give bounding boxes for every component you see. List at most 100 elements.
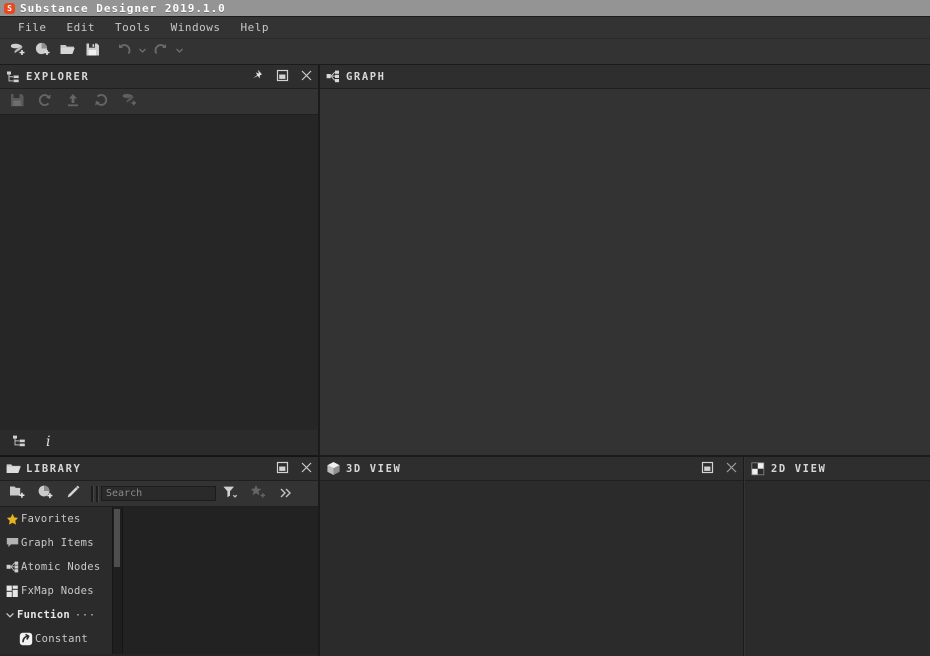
menu-help[interactable]: Help <box>230 19 279 36</box>
link-substance-icon <box>121 91 138 112</box>
explorer-tab-info[interactable]: i <box>34 431 64 455</box>
grid-squares-icon <box>3 585 21 598</box>
library-panel-header: LIBRARY <box>0 457 318 481</box>
close-panel-button[interactable] <box>294 65 318 89</box>
speech-bubble-icon <box>3 537 21 549</box>
new-library-item-button[interactable] <box>31 482 59 506</box>
pin-icon <box>252 67 265 86</box>
app-icon-letter: S <box>7 3 12 13</box>
redo-history-dropdown[interactable] <box>173 41 185 63</box>
float-window-icon <box>276 459 289 478</box>
new-folder-icon <box>9 484 26 503</box>
library-item-constant[interactable]: Constant <box>0 627 112 651</box>
library-item-function[interactable]: Function ··· <box>0 603 112 627</box>
left-dock-splitter[interactable] <box>319 65 320 656</box>
view-3d-canvas[interactable] <box>320 481 743 656</box>
hierarchy-tree-icon <box>0 70 26 84</box>
toolbar-grip[interactable] <box>91 485 94 502</box>
save-package-button[interactable] <box>80 41 105 63</box>
menu-file[interactable]: File <box>8 19 57 36</box>
explorer-panel-title: EXPLORER <box>26 70 90 83</box>
new-mdl-graph-icon <box>34 41 51 62</box>
library-item-overflow-dots[interactable]: ··· <box>75 610 96 621</box>
graph-panel-title: GRAPH <box>346 70 386 83</box>
explorer-content-area[interactable] <box>0 115 318 428</box>
view-3d-panel-header: 3D VIEW <box>320 457 743 481</box>
cube-3d-icon <box>320 461 346 476</box>
upload-arrow-icon <box>65 92 81 112</box>
substance-logo-icon: S <box>4 2 15 14</box>
library-panel: LIBRARY Search Favorites Graph Items Ato… <box>0 457 319 656</box>
toolbar-grip[interactable] <box>96 485 99 502</box>
view-2d-panel-title: 2D VIEW <box>771 462 827 475</box>
library-item-grid[interactable] <box>122 507 318 654</box>
library-search-input[interactable] <box>101 486 216 501</box>
new-library-folder-button[interactable] <box>3 482 31 506</box>
floppy-save-icon <box>84 41 101 62</box>
graph-panel-header: GRAPH <box>320 65 930 89</box>
save-package-button[interactable] <box>3 90 31 114</box>
explorer-toolbar <box>0 89 318 115</box>
new-substance-graph-button[interactable] <box>5 41 30 63</box>
add-to-favorites-button[interactable] <box>244 482 272 506</box>
library-item-label: FxMap Nodes <box>21 585 94 597</box>
substance-designer-window: S Substance Designer 2019.1.0 File Edit … <box>0 0 930 656</box>
float-window-icon <box>276 67 289 86</box>
scrollbar-thumb[interactable] <box>114 509 120 567</box>
library-item-favorites[interactable]: Favorites <box>0 507 112 531</box>
library-item-atomic-nodes[interactable]: Atomic Nodes <box>0 555 112 579</box>
menu-tools[interactable]: Tools <box>105 19 161 36</box>
library-item-fxmap-nodes[interactable]: FxMap Nodes <box>0 579 112 603</box>
star-plus-icon <box>250 484 266 503</box>
constant-arrow-icon <box>17 632 35 646</box>
float-panel-button[interactable] <box>270 457 294 481</box>
menu-windows[interactable]: Windows <box>161 19 231 36</box>
update-package-button[interactable] <box>87 90 115 114</box>
float-panel-button[interactable] <box>270 65 294 89</box>
library-toolbar <box>0 481 318 507</box>
library-item-graph-items[interactable]: Graph Items <box>0 531 112 555</box>
edit-library-button[interactable] <box>59 482 87 506</box>
library-tree-scrollbar[interactable] <box>112 507 122 654</box>
more-options-button[interactable] <box>272 482 300 506</box>
floppy-save-icon <box>9 92 25 112</box>
menu-edit[interactable]: Edit <box>57 19 106 36</box>
close-panel-button[interactable] <box>719 457 743 481</box>
view-2d-panel: 2D VIEW <box>745 457 930 656</box>
float-panel-button[interactable] <box>695 457 719 481</box>
link-package-button[interactable] <box>115 90 143 114</box>
library-panel-title: LIBRARY <box>26 462 82 475</box>
library-item-label: Graph Items <box>21 537 94 549</box>
undo-history-dropdown[interactable] <box>136 41 148 63</box>
close-icon <box>300 67 313 86</box>
graph-canvas[interactable] <box>320 89 930 455</box>
menubar: File Edit Tools Windows Help <box>0 17 930 39</box>
library-item-label: Function <box>17 609 70 621</box>
filter-funnel-icon <box>222 484 238 503</box>
open-package-button[interactable] <box>55 41 80 63</box>
library-item-label: Constant <box>35 633 88 645</box>
info-italic-i-icon: i <box>42 433 56 453</box>
library-tree[interactable]: Favorites Graph Items Atomic Nodes FxMap… <box>0 507 112 654</box>
new-mdl-graph-button[interactable] <box>30 41 55 63</box>
pin-panel-button[interactable] <box>246 65 270 89</box>
checkerboard-icon <box>745 461 771 476</box>
view-2d-canvas[interactable] <box>745 481 930 656</box>
window-title: Substance Designer 2019.1.0 <box>20 1 226 15</box>
redo-arrow-icon <box>153 42 169 62</box>
undo-arrow-icon <box>116 42 132 62</box>
float-window-icon <box>701 459 714 478</box>
chevron-down-icon[interactable] <box>3 610 17 620</box>
library-content: Favorites Graph Items Atomic Nodes FxMap… <box>0 507 318 654</box>
explorer-tab-tree[interactable] <box>4 431 34 455</box>
undo-button[interactable] <box>111 41 136 63</box>
filter-button[interactable] <box>216 482 244 506</box>
sync-arrow-icon <box>93 92 109 112</box>
redo-button[interactable] <box>148 41 173 63</box>
star-icon <box>3 513 21 526</box>
pencil-edit-icon <box>65 484 81 504</box>
double-chevron-right-icon <box>279 484 293 503</box>
export-package-button[interactable] <box>59 90 87 114</box>
close-panel-button[interactable] <box>294 457 318 481</box>
reload-package-button[interactable] <box>31 90 59 114</box>
